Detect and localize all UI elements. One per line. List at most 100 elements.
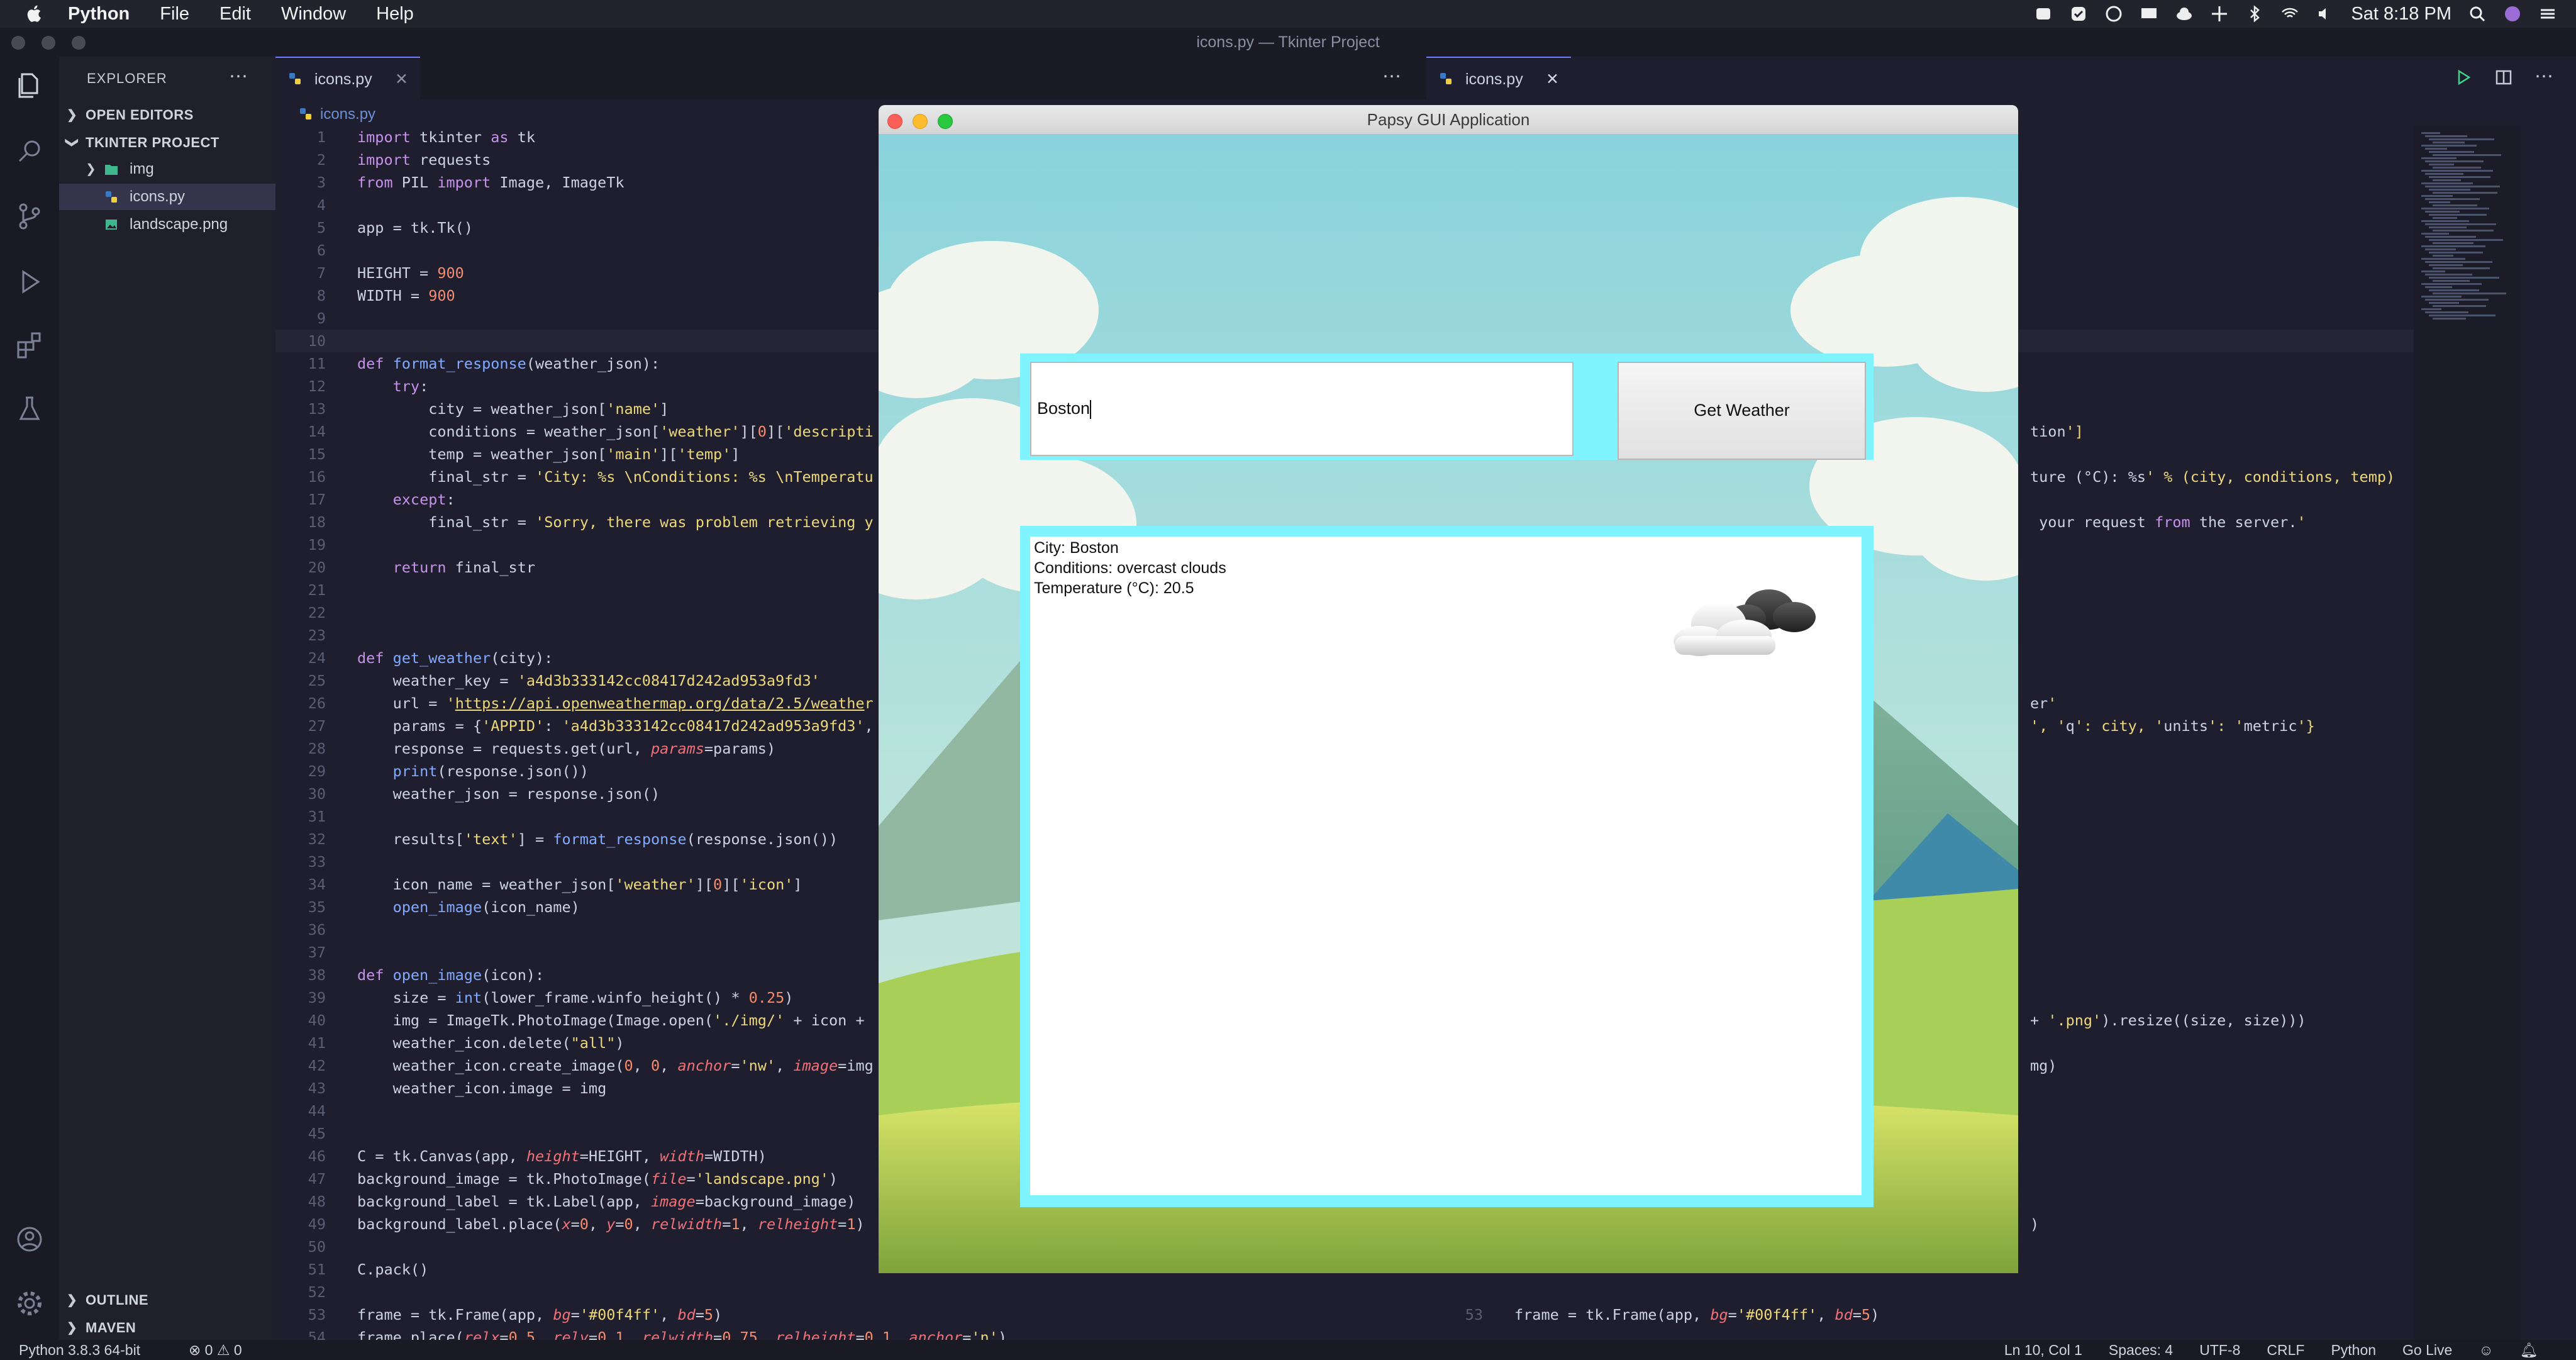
code-line[interactable]: 33 [275, 850, 357, 873]
code-line[interactable]: 11 def format_response(weather_json): [275, 352, 660, 375]
code-line[interactable]: 29 print(response.json()) [275, 760, 589, 783]
code-line[interactable]: 24 def get_weather(city): [275, 647, 553, 669]
code-line-right[interactable]: ture (°C): %s' % (city, conditions, temp… [2030, 465, 2395, 488]
code-line[interactable]: 13 city = weather_json['name'] [275, 398, 669, 420]
code-line[interactable]: 19 [275, 533, 357, 556]
wifi-icon[interactable] [2280, 4, 2299, 23]
code-line[interactable]: 47 background_image = tk.PhotoImage(file=… [275, 1168, 838, 1190]
code-line[interactable]: 30 weather_json = response.json() [275, 783, 660, 805]
code-line[interactable]: 39 size = int(lower_frame.winfo_height()… [275, 986, 794, 1009]
code-line[interactable]: 2 import requests [275, 148, 491, 171]
testing-icon[interactable] [14, 394, 45, 424]
code-line[interactable]: 8 WIDTH = 900 [275, 284, 455, 307]
apple-icon[interactable] [24, 3, 45, 25]
code-line-right[interactable]: ) [2030, 1213, 2039, 1235]
encoding[interactable]: UTF-8 [2199, 1340, 2240, 1360]
close-window-button[interactable] [11, 36, 25, 50]
settings-gear-icon[interactable] [14, 1288, 45, 1318]
code-line[interactable]: 9 [275, 307, 357, 330]
code-line[interactable]: 38 def open_image(icon): [275, 964, 544, 986]
tk-close-button[interactable] [887, 114, 902, 129]
code-line-right[interactable]: 53 frame = tk.Frame(app, bg='#00f4ff', bd… [1433, 1303, 1880, 1326]
code-line-right[interactable]: mg) [2030, 1054, 2057, 1077]
code-line[interactable]: 14 conditions = weather_json['weather'][… [275, 420, 874, 443]
zoom-window-button[interactable] [72, 36, 86, 50]
code-line[interactable]: 17 except: [275, 488, 455, 511]
code-line[interactable]: 34 icon_name = weather_json['weather'][0… [275, 873, 802, 896]
indentation[interactable]: Spaces: 4 [2109, 1340, 2173, 1360]
tree-item-landscape-png[interactable]: landscape.png [59, 211, 275, 238]
menu-help[interactable]: Help [376, 4, 414, 25]
maven-section[interactable]: ❯ MAVEN [59, 1315, 275, 1341]
menubar-clock[interactable]: Sat 8:18 PM [2351, 4, 2451, 25]
code-line-right[interactable]: your request from the server.' [2030, 511, 2306, 533]
code-line[interactable]: 27 params = {'APPID': 'a4d3b333142cc0841… [275, 715, 874, 737]
code-line[interactable]: 20 return final_str [275, 556, 535, 579]
network-icon[interactable] [2210, 4, 2229, 23]
notifications-bell-icon[interactable]: 🔔︎ [2520, 1340, 2538, 1360]
code-line[interactable]: 44 [275, 1100, 357, 1122]
menu-window[interactable]: Window [281, 4, 346, 25]
code-line[interactable]: 3 from PIL import Image, ImageTk [275, 171, 625, 194]
code-line[interactable]: 1 import tkinter as tk [275, 126, 535, 148]
explorer-icon[interactable] [14, 70, 45, 101]
code-line[interactable]: 32 results['text'] = format_response(res… [275, 828, 838, 850]
tk-title-bar[interactable]: Papsy GUI Application [879, 105, 2018, 134]
code-line[interactable]: 42 weather_icon.create_image(0, 0, ancho… [275, 1054, 874, 1077]
code-line[interactable]: 40 img = ImageTk.PhotoImage(Image.open('… [275, 1009, 865, 1032]
tree-item-icons-py[interactable]: icons.py [59, 184, 275, 210]
close-tab-icon[interactable]: ✕ [395, 58, 408, 101]
extensions-icon[interactable] [14, 330, 45, 360]
code-line[interactable]: 31 [275, 805, 357, 828]
code-line[interactable]: 21 [275, 579, 357, 601]
siri-icon[interactable] [2503, 4, 2522, 23]
bluetooth-icon[interactable] [2245, 4, 2264, 23]
cursor-position[interactable]: Ln 10, Col 1 [2004, 1340, 2082, 1360]
get-weather-button[interactable]: Get Weather [1618, 362, 1866, 460]
menu-app-python[interactable]: Python [68, 4, 130, 25]
run-debug-icon[interactable] [14, 267, 45, 297]
open-editors-section[interactable]: ❯ OPEN EDITORS [59, 102, 275, 128]
code-line[interactable]: 23 [275, 624, 357, 647]
go-live-button[interactable]: Go Live [2402, 1340, 2452, 1360]
code-line[interactable]: 46 C = tk.Canvas(app, height=HEIGHT, widt… [275, 1145, 767, 1168]
menu-edit[interactable]: Edit [219, 4, 251, 25]
city-input[interactable]: Boston [1030, 362, 1574, 456]
display-icon[interactable] [2140, 4, 2158, 23]
code-line[interactable]: 48 background_label = tk.Label(app, image… [275, 1190, 856, 1213]
tab-icons-py-right[interactable]: icons.py ✕ [1426, 57, 1571, 101]
code-line[interactable]: 36 [275, 918, 357, 941]
code-line[interactable]: 28 response = requests.get(url, params=p… [275, 737, 775, 760]
code-line[interactable]: 6 [275, 239, 357, 262]
code-line[interactable]: 45 [275, 1122, 357, 1145]
code-line[interactable]: 4 [275, 194, 357, 216]
code-line-right[interactable]: er' [2030, 692, 2057, 715]
more-actions-icon[interactable]: ⋯ [2534, 65, 2553, 87]
menu-file[interactable]: File [160, 4, 189, 25]
cloud-icon[interactable] [2175, 4, 2194, 23]
run-file-icon[interactable] [2455, 69, 2472, 86]
code-line[interactable]: 12 try: [275, 375, 429, 398]
minimize-window-button[interactable] [42, 36, 55, 50]
language-mode[interactable]: Python [2331, 1340, 2376, 1360]
tk-minimize-button[interactable] [913, 114, 928, 129]
code-line[interactable]: 22 [275, 601, 357, 624]
code-line[interactable]: 5 app = tk.Tk() [275, 216, 473, 239]
tree-item-img-folder[interactable]: ❯ img [59, 156, 275, 182]
more-actions-icon[interactable]: ⋯ [229, 65, 248, 87]
code-line[interactable]: 43 weather_icon.image = img [275, 1077, 607, 1100]
code-line[interactable]: 35 open_image(icon_name) [275, 896, 580, 918]
code-line[interactable]: 51 C.pack() [275, 1258, 429, 1281]
tab-icons-py[interactable]: icons.py ✕ [275, 57, 420, 101]
outline-section[interactable]: ❯ OUTLINE [59, 1287, 275, 1313]
search-icon[interactable] [2468, 4, 2487, 23]
code-line[interactable]: 49 background_label.place(x=0, y=0, relwi… [275, 1213, 865, 1235]
creative-cloud-icon[interactable] [2104, 4, 2123, 23]
code-line[interactable]: 37 [275, 941, 357, 964]
code-line[interactable]: 25 weather_key = 'a4d3b333142cc08417d242… [275, 669, 820, 692]
checkmark-icon[interactable] [2069, 4, 2088, 23]
code-line[interactable]: 41 weather_icon.delete("all") [275, 1032, 625, 1054]
code-line[interactable]: 18 final_str = 'Sorry, there was problem… [275, 511, 874, 533]
problems-count[interactable]: ⊗ 0 ⚠ 0 [189, 1340, 242, 1360]
code-line[interactable]: 15 temp = weather_json['main']['temp'] [275, 443, 740, 465]
